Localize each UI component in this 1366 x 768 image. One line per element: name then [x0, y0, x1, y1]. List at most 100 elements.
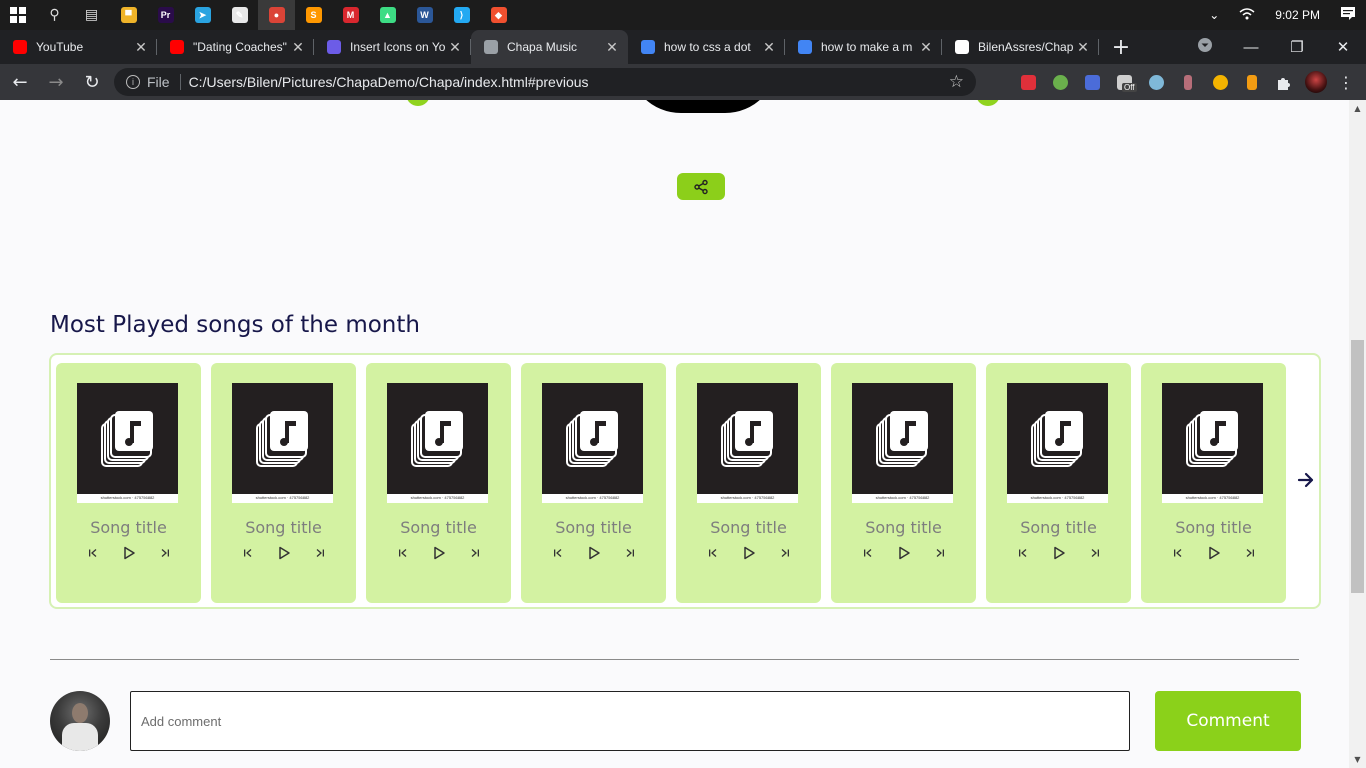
skip-next-icon[interactable] [1232, 544, 1268, 562]
clock-time[interactable]: 9:02 PM [1275, 8, 1320, 22]
off-extension-icon[interactable]: Off [1108, 64, 1140, 100]
puzzle-extensions-icon[interactable] [1268, 64, 1300, 100]
skip-previous-icon[interactable] [1160, 544, 1196, 562]
play-icon[interactable] [111, 544, 147, 562]
share-button[interactable] [677, 173, 725, 200]
cover-credit: shutterstock.com · 475756882 [875, 495, 930, 500]
sublime-icon[interactable]: S [295, 0, 332, 30]
skip-previous-icon[interactable] [230, 544, 266, 562]
word-icon[interactable]: W [406, 0, 443, 30]
vscode-icon[interactable]: ⟩ [443, 0, 480, 30]
windows-start-icon[interactable] [0, 0, 36, 30]
browser-tab[interactable]: Insert Icons on Yo ✕ [314, 30, 471, 64]
skip-previous-icon[interactable] [850, 544, 886, 562]
carousel-next-arrow-icon[interactable] [1294, 468, 1318, 492]
notification-icon[interactable] [1340, 6, 1356, 24]
play-icon[interactable] [576, 544, 612, 562]
search-icon[interactable]: ⚲ [36, 0, 73, 30]
premiere-icon[interactable]: Pr [147, 0, 184, 30]
browser-tab[interactable]: Chapa Music ✕ [471, 30, 628, 64]
address-bar[interactable]: i File C:/Users/Bilen/Pictures/ChapaDemo… [114, 68, 976, 96]
skip-next-icon[interactable] [457, 544, 493, 562]
bookmark-star-icon[interactable]: ☆ [949, 72, 964, 92]
tab-close-icon[interactable]: ✕ [290, 39, 306, 56]
restore-icon[interactable]: ❐ [1274, 38, 1320, 56]
ublock-extension-icon[interactable] [1012, 64, 1044, 100]
telegram-tile: ➤ [194, 7, 211, 23]
play-icon[interactable] [266, 544, 302, 562]
rocket-extension-icon[interactable] [1172, 64, 1204, 100]
forward-arrow-icon[interactable]: → [40, 66, 72, 98]
site-info-icon[interactable]: i [126, 75, 140, 89]
song-cover-image[interactable]: shutterstock.com · 475756882 [697, 383, 798, 503]
eye-extension-icon[interactable] [1140, 64, 1172, 100]
reload-icon[interactable]: ↻ [76, 66, 108, 98]
play-icon[interactable] [886, 544, 922, 562]
chrome-icon[interactable]: ● [258, 0, 295, 30]
browser-tab[interactable]: "Dating Coaches" ✕ [157, 30, 314, 64]
skip-previous-icon[interactable] [75, 544, 111, 562]
play-icon[interactable] [1196, 544, 1232, 562]
tab-close-icon[interactable]: ✕ [761, 39, 777, 56]
song-cover-image[interactable]: shutterstock.com · 475756882 [852, 383, 953, 503]
skip-next-icon[interactable] [612, 544, 648, 562]
skip-next-icon[interactable] [147, 544, 183, 562]
paint-icon[interactable]: ✎ [221, 0, 258, 30]
browser-tab[interactable]: how to css a dot ✕ [628, 30, 785, 64]
song-cover-image[interactable]: shutterstock.com · 475756882 [542, 383, 643, 503]
file-explorer-icon[interactable]: ▀ [110, 0, 147, 30]
google-earth-extension-icon[interactable] [1044, 64, 1076, 100]
comment-button[interactable]: Comment [1155, 691, 1301, 751]
pen-extension-icon[interactable] [1236, 64, 1268, 100]
search-extension-icon[interactable] [1204, 64, 1236, 100]
skip-previous-icon[interactable] [385, 544, 421, 562]
comment-input[interactable] [130, 691, 1130, 751]
browser-tab[interactable]: how to make a m ✕ [785, 30, 942, 64]
skip-previous-icon[interactable] [1005, 544, 1041, 562]
skip-previous-icon[interactable] [695, 544, 731, 562]
song-cover-image[interactable]: shutterstock.com · 475756882 [232, 383, 333, 503]
play-icon[interactable] [1041, 544, 1077, 562]
browser-menu-icon[interactable]: ⋮ [1332, 73, 1360, 92]
song-cover-image[interactable]: shutterstock.com · 475756882 [1162, 383, 1263, 503]
git-icon[interactable]: ◆ [480, 0, 517, 30]
tab-search-icon[interactable] [1182, 37, 1228, 57]
skip-next-icon[interactable] [922, 544, 958, 562]
scroll-down-icon[interactable]: ▼ [1349, 751, 1366, 768]
play-icon[interactable] [421, 544, 457, 562]
android-icon[interactable]: ▲ [369, 0, 406, 30]
close-window-icon[interactable]: ✕ [1320, 38, 1366, 56]
tab-close-icon[interactable]: ✕ [447, 39, 463, 56]
browser-tab[interactable]: BilenAssres/Chap ✕ [942, 30, 1099, 64]
page-scrollbar[interactable]: ▲ ▼ [1349, 100, 1366, 768]
skip-next-icon[interactable] [767, 544, 803, 562]
scroll-up-icon[interactable]: ▲ [1349, 100, 1366, 117]
song-cover-image[interactable]: shutterstock.com · 475756882 [77, 383, 178, 503]
tab-title: how to make a m [821, 40, 913, 54]
song-cover-image[interactable]: shutterstock.com · 475756882 [387, 383, 488, 503]
cover-credit: shutterstock.com · 475756882 [1030, 495, 1085, 500]
task-view-icon[interactable]: ▤ [73, 0, 110, 30]
song-cover-image[interactable]: shutterstock.com · 475756882 [1007, 383, 1108, 503]
skip-previous-icon[interactable] [540, 544, 576, 562]
back-arrow-icon[interactable]: ← [4, 66, 36, 98]
mega-icon[interactable]: M [332, 0, 369, 30]
browser-tab[interactable]: YouTube ✕ [0, 30, 157, 64]
url-text[interactable]: C:/Users/Bilen/Pictures/ChapaDemo/Chapa/… [189, 74, 949, 90]
profile-avatar[interactable] [1300, 64, 1332, 100]
tab-close-icon[interactable]: ✕ [133, 39, 149, 56]
minimize-icon[interactable]: — [1228, 39, 1274, 56]
new-tab-button[interactable]: + [1103, 30, 1139, 64]
tab-close-icon[interactable]: ✕ [604, 39, 620, 56]
play-icon[interactable] [731, 544, 767, 562]
telegram-icon[interactable]: ➤ [184, 0, 221, 30]
audio-wave-extension-icon[interactable] [1076, 64, 1108, 100]
wifi-icon[interactable] [1239, 7, 1255, 24]
skip-next-icon[interactable] [302, 544, 338, 562]
song-card: shutterstock.com · 475756882 Song title [521, 363, 666, 603]
skip-next-icon[interactable] [1077, 544, 1113, 562]
tab-close-icon[interactable]: ✕ [1075, 39, 1091, 56]
chevron-up-icon[interactable]: ⌄ [1209, 8, 1219, 22]
tab-close-icon[interactable]: ✕ [918, 39, 934, 56]
scrollbar-thumb[interactable] [1351, 340, 1364, 593]
